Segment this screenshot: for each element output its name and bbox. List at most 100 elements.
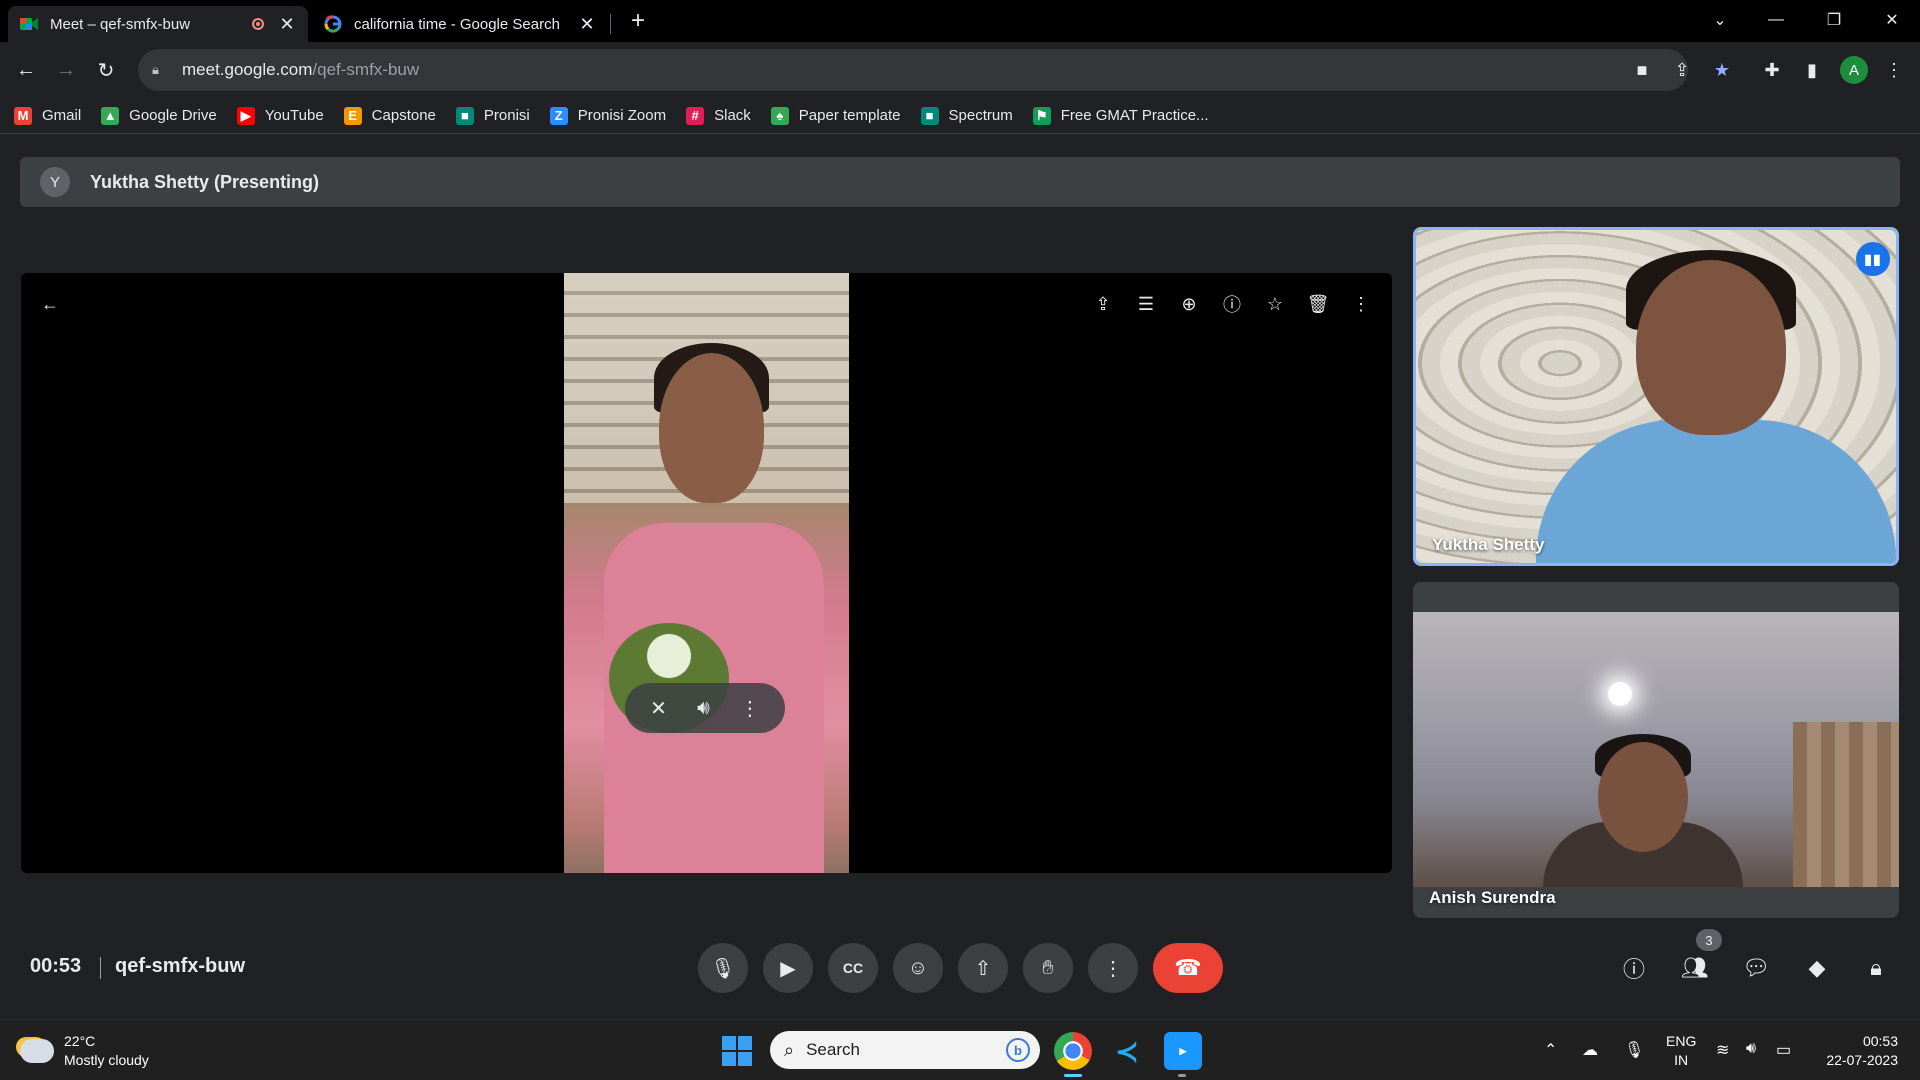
forward-button[interactable]: → [48, 52, 84, 88]
tab-meet[interactable]: Meet – qef-smfx-buw ✕ [8, 6, 308, 42]
bookmark-item[interactable]: ▲ Google Drive [101, 106, 217, 125]
back-button[interactable]: ← [8, 52, 44, 88]
bookmark-item[interactable]: E Capstone [343, 106, 436, 125]
close-tab-icon[interactable]: ✕ [278, 14, 296, 35]
reload-button[interactable]: ↻ [88, 52, 124, 88]
host-controls-button[interactable]: 🔒︎ [1859, 951, 1893, 985]
profile-avatar[interactable]: A [1840, 56, 1868, 84]
clock-time: 00:53 [1862, 1033, 1898, 1049]
bookmark-label: Pronisi [483, 107, 530, 124]
microphone-icon: 🎙︎ [710, 957, 736, 980]
drive-icon: ▲ [101, 106, 120, 125]
bookmark-label: Slack [714, 107, 751, 124]
chrome-app-icon[interactable] [1054, 1032, 1092, 1070]
bing-icon[interactable]: b [1006, 1038, 1030, 1062]
activities-button[interactable]: ◆ [1800, 951, 1834, 985]
close-tab-icon[interactable]: ✕ [578, 14, 596, 35]
camera-in-use-icon[interactable]: ■ [1628, 56, 1656, 84]
volume-icon[interactable]: 🔊︎ [1746, 1040, 1756, 1058]
captions-button[interactable]: CC [828, 943, 878, 993]
participant-tile-yuktha[interactable]: ▮▮ Yuktha Shetty [1413, 227, 1899, 566]
tab-title: california time - Google Search [354, 15, 560, 33]
prime-video-app-icon[interactable]: ▶ [1164, 1032, 1202, 1070]
bookmark-item[interactable]: Z Pronisi Zoom [549, 106, 667, 125]
minimize-button[interactable]: — [1748, 0, 1804, 40]
chrome-menu-icon[interactable]: ⋮ [1880, 56, 1908, 84]
bookmark-label: Pronisi Zoom [577, 107, 667, 124]
adjust-icon[interactable]: ☰ [1131, 289, 1161, 319]
windows-taskbar: 22°C Mostly cloudy ⌕ Search b ≺ ▶ ⌃ ☁ 🎙︎… [0, 1019, 1920, 1080]
new-tab-button[interactable]: + [624, 8, 652, 36]
weather-desc: Mostly cloudy [64, 1052, 149, 1068]
present-icon: ⇧ [974, 957, 992, 980]
unpin-icon[interactable]: ✕ [650, 696, 667, 721]
bookmark-star-icon[interactable]: ★ [1708, 56, 1736, 84]
bookmark-item[interactable]: M Gmail [14, 106, 81, 125]
language-indicator[interactable]: ENG IN [1666, 1032, 1696, 1070]
recording-indicator-icon [252, 18, 264, 30]
url-text: meet.google.com/qef-smfx-buw [182, 60, 419, 80]
start-button[interactable] [722, 1036, 752, 1066]
system-clock[interactable]: 00:53 22-07-2023 [1820, 1032, 1898, 1070]
more-options-icon[interactable]: ⋮ [1346, 289, 1376, 319]
tab-strip: Meet – qef-smfx-buw ✕ california time - … [0, 0, 1920, 42]
chat-button[interactable]: 💬︎ [1739, 951, 1773, 985]
onedrive-icon[interactable]: ☁ [1582, 1040, 1598, 1060]
share-icon[interactable]: ⇪ [1088, 289, 1118, 319]
meeting-code: qef-smfx-buw [115, 955, 245, 977]
hand-icon: ✋︎ [1042, 956, 1054, 979]
bookmark-item[interactable]: ▶ YouTube [236, 106, 324, 125]
side-panel-icon[interactable]: ▮ [1798, 56, 1826, 84]
leave-call-button[interactable]: ☎︎ [1153, 943, 1223, 993]
bookmark-item[interactable]: ■ Spectrum [920, 106, 1013, 125]
share-icon[interactable]: ⇪ [1668, 56, 1696, 84]
emoji-icon: ☺ [907, 956, 929, 979]
present-screen-button[interactable]: ⇧ [958, 943, 1008, 993]
youtube-icon: ▶ [236, 106, 255, 125]
lock-person-icon: 🔒︎ [1870, 955, 1882, 980]
url-path: /qef-smfx-buw [312, 60, 420, 79]
volume-icon[interactable]: 🔊︎ [697, 697, 710, 720]
presentation-stage[interactable]: ← ✕ 🔊︎ ⋮ ⇪ ☰ ⊕ ⓘ ☆ 🗑︎ ⋮ [21, 273, 1392, 873]
microphone-button[interactable]: 🎙︎ [698, 943, 748, 993]
leaf-icon: ♠ [770, 106, 789, 125]
more-options-icon: ⋮ [1103, 957, 1123, 980]
chat-icon: 💬︎ [1742, 955, 1770, 980]
lock-icon[interactable]: 🔒︎ [152, 62, 168, 78]
bookmark-item[interactable]: ♠ Paper template [770, 106, 901, 125]
raise-hand-button[interactable]: ✋︎ [1023, 943, 1073, 993]
more-options-icon[interactable]: ⋮ [740, 696, 760, 721]
delete-icon[interactable]: 🗑︎ [1303, 289, 1333, 319]
bookmark-item[interactable]: ⚑ Free GMAT Practice... [1032, 106, 1209, 125]
tile-hover-controls: ✕ 🔊︎ ⋮ [625, 683, 785, 733]
camera-button[interactable]: ▶ [763, 943, 813, 993]
address-bar[interactable]: 🔒︎ meet.google.com/qef-smfx-buw [138, 49, 1688, 91]
show-hidden-icons-icon[interactable]: ⌃ [1544, 1040, 1557, 1060]
zoom-icon[interactable]: ⊕ [1174, 289, 1204, 319]
extensions-icon[interactable]: ✚ [1758, 56, 1786, 84]
back-arrow-icon[interactable]: ← [35, 289, 65, 319]
meeting-details-button[interactable]: ⓘ [1617, 951, 1651, 985]
people-button[interactable]: 👥︎ [1678, 951, 1712, 985]
favorite-star-icon[interactable]: ☆ [1260, 289, 1290, 319]
close-window-button[interactable]: ✕ [1864, 0, 1920, 40]
info-icon[interactable]: ⓘ [1217, 289, 1247, 319]
microphone-tray-icon[interactable]: 🎙︎ [1624, 1040, 1644, 1060]
bookmark-item[interactable]: # Slack [686, 106, 751, 125]
reactions-button[interactable]: ☺ [893, 943, 943, 993]
taskbar-search[interactable]: ⌕ Search b [770, 1031, 1040, 1069]
more-options-button[interactable]: ⋮ [1088, 943, 1138, 993]
tab-google-search[interactable]: california time - Google Search ✕ [312, 6, 608, 42]
slack-icon: # [686, 106, 705, 125]
info-icon: ⓘ [1622, 957, 1645, 982]
participant-tile-anish[interactable]: Anish Surendra [1413, 582, 1899, 918]
bookmark-item[interactable]: ■ Pronisi [455, 106, 530, 125]
meet-icon: ■ [920, 106, 939, 125]
tab-search-chevron-icon[interactable]: ⌄ [1692, 0, 1748, 40]
battery-icon[interactable]: ▭ [1776, 1040, 1791, 1060]
vscode-app-icon[interactable]: ≺ [1108, 1032, 1146, 1070]
restore-button[interactable]: ❐ [1806, 0, 1862, 40]
presenter-label: Yuktha Shetty (Presenting) [90, 171, 320, 192]
weather-widget[interactable]: 22°C Mostly cloudy [20, 1032, 149, 1070]
wifi-icon[interactable]: ≋ [1716, 1040, 1729, 1060]
